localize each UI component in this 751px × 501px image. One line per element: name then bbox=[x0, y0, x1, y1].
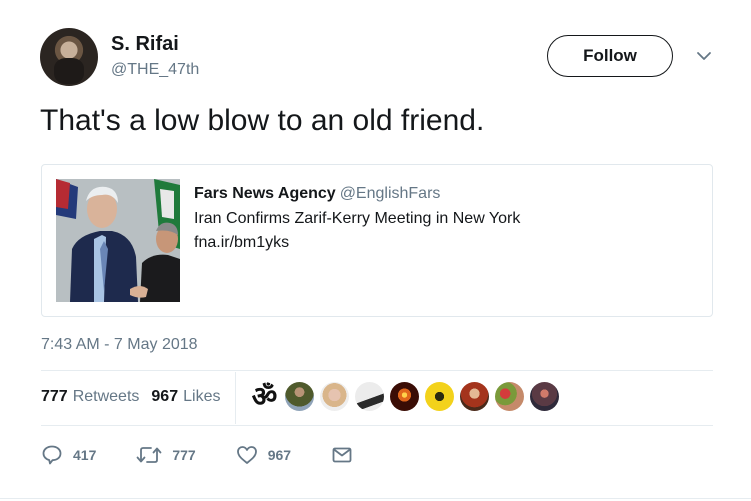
quoted-source-name[interactable]: Fars News Agency bbox=[194, 185, 336, 202]
reply-button[interactable]: 417 bbox=[41, 444, 96, 466]
engagement-stats: 777 Retweets 967 Likes bbox=[41, 388, 220, 406]
quoted-source: Fars News Agency @EnglishFars bbox=[194, 185, 440, 203]
author-display-name[interactable]: S. Rifai bbox=[111, 33, 179, 56]
crowd-avatar[interactable] bbox=[530, 382, 559, 411]
quoted-source-handle[interactable]: @EnglishFars bbox=[340, 185, 441, 202]
author-handle[interactable]: @THE_47th bbox=[111, 61, 199, 79]
quoted-title: Iran Confirms Zarif-Kerry Meeting in New… bbox=[194, 210, 521, 227]
photo-image bbox=[56, 179, 180, 302]
likes-count: 967 bbox=[151, 388, 179, 405]
flowers-avatar[interactable] bbox=[495, 382, 524, 411]
shoe-avatar[interactable] bbox=[355, 382, 384, 411]
woman-avatar[interactable] bbox=[320, 382, 349, 411]
divider bbox=[0, 498, 751, 499]
retweets-count: 777 bbox=[41, 388, 68, 405]
like-button[interactable]: 967 bbox=[236, 444, 291, 466]
tweet-text: That's a low blow to an old friend. bbox=[40, 104, 485, 137]
redhead-avatar[interactable] bbox=[460, 382, 489, 411]
heart-icon bbox=[236, 446, 257, 464]
gadsden-flag-avatar[interactable] bbox=[425, 382, 454, 411]
tweet-actions: 417 777 967 bbox=[41, 444, 393, 466]
soldier-avatar[interactable] bbox=[285, 382, 314, 411]
liker-avatars: ॐ bbox=[250, 382, 565, 411]
divider bbox=[41, 425, 713, 426]
retweet-button[interactable]: 777 bbox=[136, 444, 196, 466]
avatar[interactable] bbox=[40, 28, 98, 86]
likes-stat[interactable]: 967 Likes bbox=[151, 388, 220, 406]
quoted-tweet-thumbnail bbox=[56, 179, 180, 302]
tweet-timestamp[interactable]: 7:43 AM - 7 May 2018 bbox=[41, 336, 198, 354]
reply-count: 417 bbox=[73, 447, 97, 463]
follow-button[interactable]: Follow bbox=[547, 35, 673, 77]
like-count: 967 bbox=[267, 447, 292, 463]
retweet-count: 777 bbox=[172, 447, 196, 463]
candle-avatar[interactable] bbox=[390, 382, 419, 411]
retweets-stat[interactable]: 777 Retweets bbox=[41, 388, 139, 406]
reply-icon bbox=[42, 445, 62, 465]
divider bbox=[41, 370, 713, 371]
om-symbol-avatar[interactable]: ॐ bbox=[250, 382, 279, 411]
envelope-icon bbox=[332, 447, 352, 463]
retweet-icon bbox=[136, 447, 162, 463]
direct-message-button[interactable] bbox=[331, 444, 353, 466]
likes-label: Likes bbox=[183, 388, 221, 405]
quoted-link[interactable]: fna.ir/bm1yks bbox=[194, 234, 289, 252]
chevron-down-icon[interactable] bbox=[696, 49, 712, 63]
retweets-label: Retweets bbox=[72, 388, 140, 405]
stats-separator bbox=[235, 372, 236, 424]
quoted-tweet-card[interactable]: Fars News Agency @EnglishFars Iran Confir… bbox=[41, 164, 713, 317]
